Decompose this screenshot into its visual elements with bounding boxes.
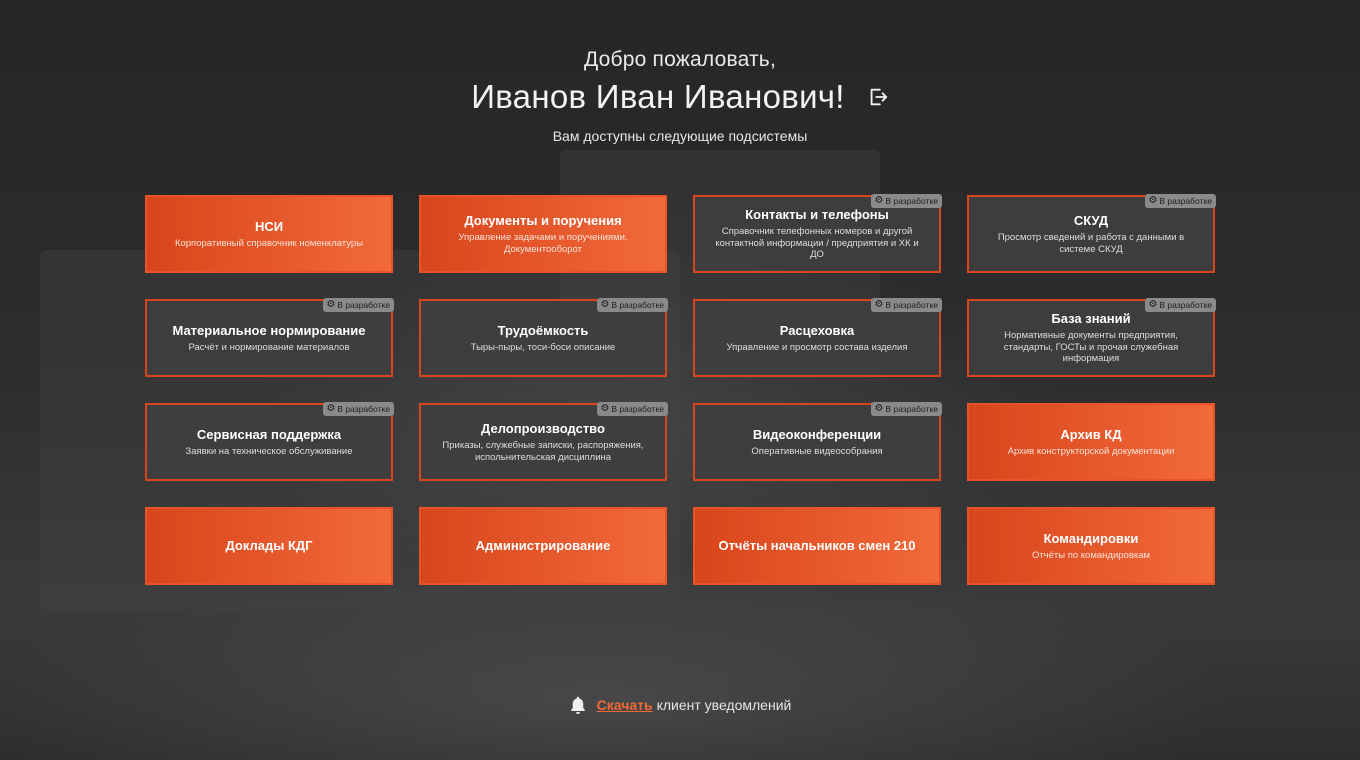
gear-icon: ⚙ bbox=[874, 195, 884, 206]
in-development-badge: ⚙ В разработке bbox=[871, 402, 942, 416]
badge-label: В разработке bbox=[611, 404, 664, 414]
subsystem-tile[interactable]: ⚙ В разработке Контакты и телефоны Справочн… bbox=[693, 194, 942, 273]
subsystem-tile[interactable]: ⚙ В разработке Сервисная поддержка Заявки н… bbox=[145, 402, 394, 481]
tile-title: Доклады КДГ bbox=[225, 538, 313, 553]
badge-label: В разработке bbox=[1159, 196, 1212, 206]
tile-title: Администрирование bbox=[475, 538, 611, 553]
subsystem-tile[interactable]: НСИ Корпоративный справочник номенклатуры bbox=[145, 195, 393, 273]
tile-title: База знаний bbox=[1051, 311, 1131, 327]
in-development-badge: ⚙ В разработке bbox=[323, 298, 394, 312]
tile-title: Делопроизводство bbox=[481, 421, 605, 436]
tile-description: Оперативные видеособрания bbox=[751, 445, 883, 457]
logout-icon[interactable] bbox=[867, 86, 889, 108]
in-development-badge: ⚙ В разработке bbox=[1145, 298, 1216, 312]
badge-label: В разработке bbox=[337, 404, 390, 414]
download-link[interactable]: Скачать bbox=[597, 697, 653, 713]
in-development-badge: ⚙ В разработке bbox=[871, 298, 942, 312]
welcome-text: Добро пожаловать, bbox=[583, 48, 776, 71]
tile-description: Приказы, служебные записки, распоряжения… bbox=[442, 440, 644, 463]
badge-label: В разработке bbox=[885, 196, 938, 206]
badge-label: В разработке bbox=[885, 404, 938, 414]
tile-description: Корпоративный справочник номенклатуры bbox=[174, 237, 364, 249]
subsystem-tile[interactable]: Доклады КДГ bbox=[145, 507, 393, 585]
subsystem-tile[interactable]: ⚙ В разработке Расцеховка Управление и прос… bbox=[693, 298, 942, 377]
badge-label: В разработке bbox=[885, 300, 938, 310]
subsystem-tile[interactable]: Документы и поручения Управление задачами… bbox=[419, 195, 667, 273]
tile-title: Материальное нормирование bbox=[172, 322, 366, 338]
gear-icon: ⚙ bbox=[326, 299, 336, 310]
subsystem-tile[interactable]: ⚙ В разработке Видеоконференции Оперативные… bbox=[693, 402, 942, 481]
tile-description: Архив конструкторской документации bbox=[1007, 445, 1175, 457]
tile-title: Архив КД bbox=[1060, 426, 1122, 442]
tile-title: Командировки bbox=[1043, 530, 1139, 546]
tile-description: Просмотр сведений и работа с данными в с… bbox=[997, 232, 1185, 255]
badge-label: В разработке bbox=[611, 300, 664, 310]
subsystem-tile[interactable]: ⚙ В разработке Делопроизводство Приказы, сл… bbox=[419, 402, 668, 481]
subsystem-tile[interactable]: Администрирование bbox=[419, 507, 667, 585]
tile-description: Нормативные документы предприятия, станд… bbox=[1003, 330, 1179, 365]
in-development-badge: ⚙ В разработке bbox=[323, 402, 394, 416]
tile-title: Сервисная поддержка bbox=[196, 426, 342, 442]
notification-client-text: клиент уведомлений bbox=[656, 697, 792, 713]
in-development-badge: ⚙ В разработке bbox=[871, 194, 942, 208]
welcome-header: Добро пожаловать, Иванов Иван Иванович! … bbox=[0, 48, 1360, 144]
tile-description: Отчёты по командировкам bbox=[1031, 549, 1151, 561]
in-development-badge: ⚙ В разработке bbox=[597, 402, 668, 416]
tile-title: Документы и поручения bbox=[464, 213, 622, 228]
subsystem-tile[interactable]: ⚙ В разработке База знаний Нормативные доку… bbox=[967, 298, 1216, 377]
tile-title: Контакты и телефоны bbox=[745, 207, 889, 223]
badge-label: В разработке bbox=[1159, 300, 1212, 310]
subsystem-tile[interactable]: Командировки Отчёты по командировкам bbox=[967, 507, 1215, 585]
gear-icon: ⚙ bbox=[874, 299, 884, 310]
tile-description: Справочник телефонных номеров и другой к… bbox=[715, 226, 919, 261]
tile-title: Отчёты начальников смен 210 bbox=[718, 538, 916, 553]
gear-icon: ⚙ bbox=[1148, 195, 1158, 206]
tile-description: Тыры-пыры, тоси-боси описание bbox=[470, 341, 616, 353]
gear-icon: ⚙ bbox=[874, 403, 884, 414]
gear-icon: ⚙ bbox=[600, 403, 610, 414]
subsystem-tile[interactable]: Отчёты начальников смен 210 bbox=[693, 507, 941, 585]
in-development-badge: ⚙ В разработке bbox=[1145, 194, 1216, 208]
tile-title: Расцеховка bbox=[779, 322, 855, 338]
user-name-row: Иванов Иван Иванович! bbox=[0, 78, 1360, 116]
gear-icon: ⚙ bbox=[326, 403, 336, 414]
subsystem-tile[interactable]: ⚙ В разработке Трудоёмкость Тыры-пыры, тоси… bbox=[419, 298, 668, 377]
in-development-badge: ⚙ В разработке bbox=[597, 298, 668, 312]
subsystems-subtitle: Вам доступны следующие подсистемы bbox=[552, 128, 808, 144]
tile-description: Расчёт и нормирование материалов bbox=[188, 341, 350, 353]
tile-title: Видеоконференции bbox=[752, 426, 882, 442]
tile-description: Заявки на техническое обслуживание bbox=[185, 445, 353, 457]
bell-icon bbox=[569, 695, 587, 715]
tile-description: Управление задачами и поручениями. Докум… bbox=[458, 232, 628, 255]
subsystem-grid: НСИ Корпоративный справочник номенклатуры… bbox=[145, 194, 1216, 585]
tile-title: НСИ bbox=[254, 218, 284, 234]
notification-client-footer: Скачать клиент уведомлений bbox=[0, 695, 1360, 715]
gear-icon: ⚙ bbox=[600, 299, 610, 310]
badge-label: В разработке bbox=[337, 300, 390, 310]
tile-description: Управление и просмотр состава изделия bbox=[726, 341, 908, 353]
tile-title: Трудоёмкость bbox=[497, 322, 589, 338]
user-name: Иванов Иван Иванович! bbox=[471, 78, 845, 115]
gear-icon: ⚙ bbox=[1148, 299, 1158, 310]
tile-title: СКУД bbox=[1073, 213, 1109, 228]
subsystem-tile[interactable]: ⚙ В разработке Материальное нормирование Ра… bbox=[145, 298, 394, 377]
subsystem-tile[interactable]: Архив КД Архив конструкторской документац… bbox=[967, 403, 1215, 481]
subsystem-tile[interactable]: ⚙ В разработке СКУД Просмотр сведений и раб… bbox=[967, 194, 1216, 273]
